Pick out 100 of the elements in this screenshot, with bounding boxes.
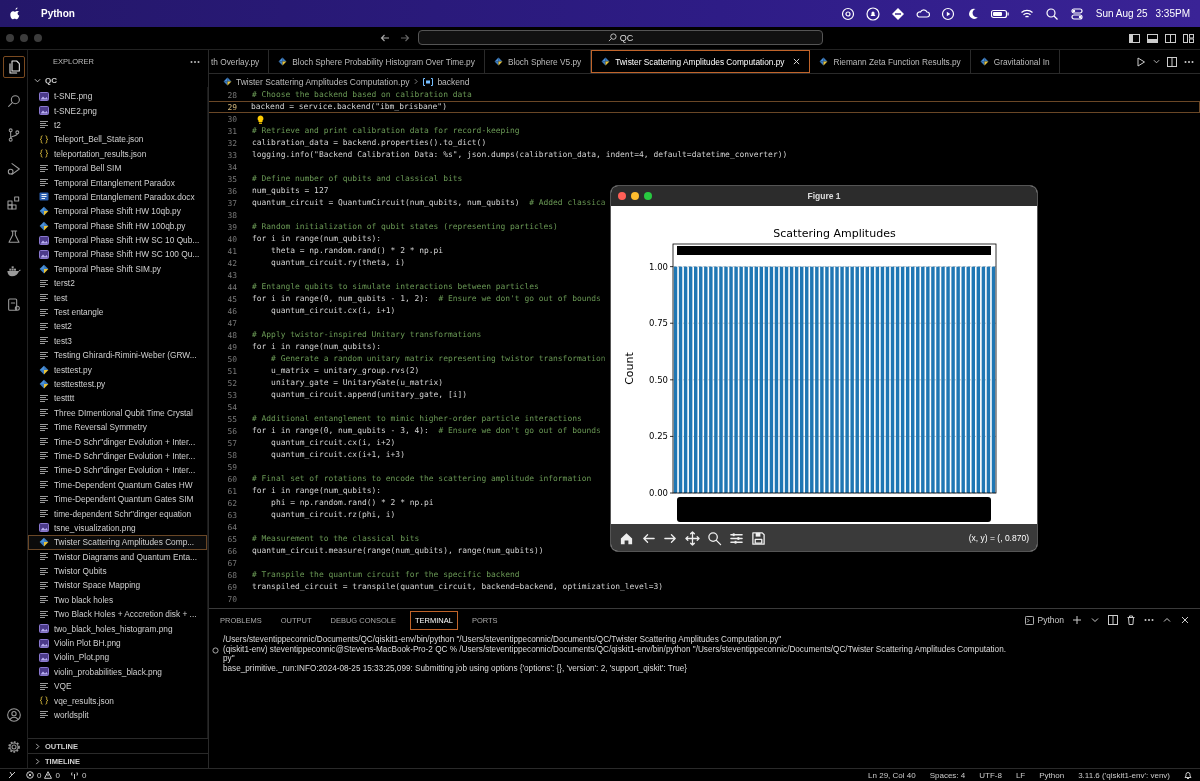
file-item[interactable]: Testing Ghirardi-Rimini-Weber (GRW... xyxy=(28,348,207,363)
save-icon[interactable] xyxy=(751,530,766,546)
file-item[interactable]: Temporal Phase Shift HW 10qb.py xyxy=(28,204,207,219)
trash-icon[interactable] xyxy=(1126,615,1136,625)
status-item[interactable]: UTF-8 xyxy=(979,770,1002,780)
file-item[interactable]: Time Reversal Symmetry xyxy=(28,420,207,435)
bell-icon[interactable] xyxy=(1184,770,1192,780)
menubar-date[interactable]: Sun Aug 25 xyxy=(1095,8,1148,19)
more-icon[interactable] xyxy=(1184,59,1194,64)
chevron-up-icon[interactable] xyxy=(1162,615,1172,625)
diamond-icon[interactable] xyxy=(890,6,905,21)
file-item[interactable]: teleportation_results.json xyxy=(28,146,207,161)
play-circle-icon[interactable] xyxy=(940,6,955,21)
toggle-icon[interactable] xyxy=(1069,6,1084,21)
editor-tab[interactable]: Twister Scattering Amplitudes Computation.py xyxy=(591,50,811,73)
run-icon[interactable] xyxy=(1136,56,1146,67)
status-item[interactable]: Ln 29, Col 40 xyxy=(868,770,916,780)
status-item[interactable]: 3.11.6 ('qiskit1-env': venv) xyxy=(1078,770,1170,780)
file-item[interactable]: VQE xyxy=(28,679,207,694)
file-item[interactable]: Temporal Phase Shift HW SC 100 Qu... xyxy=(28,247,207,262)
editor-tab[interactable]: Bloch Sphere V5.py xyxy=(484,50,592,73)
file-item[interactable]: Time-Dependent Quantum Gates SIM xyxy=(28,491,207,507)
back-arrow-icon[interactable] xyxy=(380,33,390,43)
editor-tab[interactable]: Riemann Zeta Function Results.py xyxy=(810,50,971,73)
sidebar-toggle-icon[interactable] xyxy=(1129,32,1140,44)
file-item[interactable]: test3 xyxy=(28,333,207,349)
file-item[interactable]: Temporal Phase Shift HW SC 10 Qub... xyxy=(28,232,207,248)
ports-status[interactable]: 0 xyxy=(69,770,87,780)
home-icon[interactable] xyxy=(619,530,634,546)
apple-icon[interactable] xyxy=(10,7,21,20)
editor-tab[interactable]: th Overlay.py xyxy=(209,50,270,73)
file-item[interactable]: t2 xyxy=(28,117,207,133)
file-item[interactable]: t-SNE.png xyxy=(28,89,207,104)
file-item[interactable]: Violin Plot BH.png xyxy=(28,635,207,651)
file-item[interactable]: tsne_visualization.png xyxy=(28,520,207,536)
breadcrumb-item[interactable]: Twister Scattering Amplitudes Computation.py xyxy=(236,76,410,87)
problems-status[interactable]: 0 0 xyxy=(26,770,60,780)
file-item[interactable]: testtesttest.py xyxy=(28,376,207,392)
file-item[interactable]: Test entangle xyxy=(28,304,207,320)
file-item[interactable]: violin_probabilities_black.png xyxy=(28,664,207,679)
split-icon[interactable] xyxy=(1108,615,1118,625)
cloud-icon[interactable] xyxy=(915,6,930,21)
file-item[interactable]: Time-D Schr"dinger Evolution + Inter... xyxy=(28,463,207,478)
layout-grid-icon[interactable] xyxy=(1183,32,1194,44)
file-item[interactable]: worldsplit xyxy=(28,707,207,723)
file-item[interactable]: Twistor Diagrams and Quantum Enta... xyxy=(28,549,207,564)
sliders-icon[interactable] xyxy=(729,530,744,546)
remote-icon[interactable] xyxy=(8,771,16,779)
file-item[interactable]: Teleport_Bell_State.json xyxy=(28,132,207,147)
file-item[interactable]: Temporal Phase Shift SIM.py xyxy=(28,261,207,277)
file-item[interactable]: two_black_holes_histogram.png xyxy=(28,621,207,636)
file-item[interactable]: Temporal Entanglement Paradox xyxy=(28,175,207,190)
chevron-down-icon[interactable] xyxy=(1153,58,1160,65)
files-icon[interactable] xyxy=(2,56,25,78)
app-name[interactable]: Python xyxy=(41,8,75,19)
plus-icon[interactable] xyxy=(1072,615,1082,625)
split-layout-icon[interactable] xyxy=(1165,32,1176,44)
status-item[interactable]: Python xyxy=(1039,770,1065,780)
status-item[interactable]: Spaces: 4 xyxy=(929,770,966,780)
file-item[interactable]: Time-Dependent Quantum Gates HW xyxy=(28,477,207,492)
status-item[interactable]: LF xyxy=(1015,770,1026,780)
file-item[interactable]: testttt xyxy=(28,391,207,406)
minimize-button[interactable] xyxy=(631,192,639,200)
editor-tab[interactable]: Bloch Sphere Probability Histogram Over Time.py xyxy=(269,50,485,73)
close-icon[interactable] xyxy=(793,58,801,65)
move-icon[interactable] xyxy=(685,530,700,546)
file-item[interactable]: Two black holes xyxy=(28,592,207,608)
file-item[interactable]: Three DImentional Qubit Time Crystal xyxy=(28,405,207,420)
zoom-button[interactable] xyxy=(644,192,652,200)
folder-header[interactable]: QC xyxy=(28,73,208,87)
file-item[interactable]: Violin_Plot.png xyxy=(28,650,207,665)
file-item[interactable]: Two Black Holes + Acccretion disk + ... xyxy=(28,607,207,622)
close-button[interactable] xyxy=(618,192,626,200)
file-item[interactable]: Temporal Entanglement Paradox.docx xyxy=(28,189,207,205)
file-item[interactable]: testtest.py xyxy=(28,362,207,377)
panel-toggle-icon[interactable] xyxy=(1147,32,1158,44)
file-item[interactable]: Time-D Schr"dinger Evolution + Inter... xyxy=(28,448,207,464)
file-item[interactable]: t-SNE2.png xyxy=(28,103,207,118)
chevron-down-icon[interactable] xyxy=(1090,615,1100,625)
search-icon[interactable] xyxy=(1044,6,1059,21)
file-item[interactable]: test2 xyxy=(28,319,207,334)
file-item[interactable]: vqe_results.json xyxy=(28,693,207,708)
file-item[interactable]: Time-D Schr"dinger Evolution + Inter... xyxy=(28,434,207,449)
lightbulb-icon[interactable] xyxy=(257,114,264,124)
file-item[interactable]: Twistor Space Mapping xyxy=(28,578,207,593)
file-item[interactable]: time-dependent Schr"dinger equation xyxy=(28,506,207,521)
aperture-icon[interactable] xyxy=(840,6,855,21)
breadcrumb-item[interactable]: backend xyxy=(437,76,470,87)
command-search-field[interactable]: QC xyxy=(418,30,823,45)
close-icon[interactable] xyxy=(1180,615,1190,625)
menubar-time[interactable]: 3:35PM xyxy=(1155,8,1190,19)
split-editor-icon[interactable] xyxy=(1167,56,1177,67)
file-item[interactable]: terst2 xyxy=(28,276,207,291)
zoom-icon[interactable] xyxy=(707,530,722,546)
terminal-selector[interactable]: Python xyxy=(1024,615,1064,625)
file-item[interactable]: test xyxy=(28,290,207,305)
file-item[interactable]: Twister Scattering Amplitudes Comp... xyxy=(28,535,207,550)
file-item[interactable]: Temporal Phase Shift HW 100qb.py xyxy=(28,218,207,233)
file-item[interactable]: Twistor Qubits xyxy=(28,563,207,579)
file-item[interactable]: Temporal Bell SIM xyxy=(28,160,207,176)
